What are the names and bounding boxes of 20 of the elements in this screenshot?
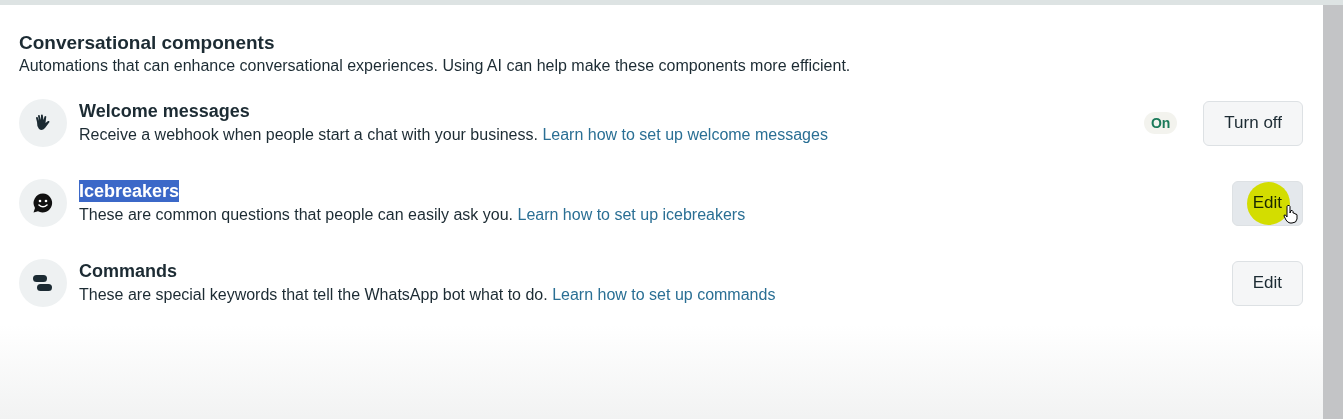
component-title: Icebreakers [79, 180, 180, 202]
learn-more-link[interactable]: Learn how to set up commands [552, 286, 776, 303]
component-description: Receive a webhook when people start a chat with your business. Learn how to set up welcome messages [79, 125, 829, 145]
component-description: These are common questions that people can easily ask you. Learn how to set up icebreakers [79, 205, 747, 225]
stacked-pills-icon [32, 273, 54, 293]
edit-button[interactable]: Edit [1231, 180, 1303, 226]
component-title: Welcome messages [79, 100, 250, 122]
smiling-chat-bubble-icon [32, 192, 54, 214]
section-title: Conversational components [19, 31, 276, 55]
section-description: Automations that can enhance conversational experiences. Using AI can help make these components more efficient. [19, 56, 852, 76]
component-title: Commands [79, 260, 177, 282]
component-description: These are special keywords that tell the WhatsApp bot what to do. Learn how to set up commands [79, 285, 777, 305]
status-badge: On [1143, 112, 1178, 134]
scrollbar[interactable] [1323, 5, 1343, 419]
turn-off-button[interactable]: Turn off [1203, 100, 1303, 146]
edit-button[interactable]: Edit [1231, 260, 1303, 306]
hand-cursor-icon [1282, 203, 1299, 224]
learn-more-link[interactable]: Learn how to set up welcome messages [542, 126, 828, 143]
learn-more-link[interactable]: Learn how to set up icebreakers [517, 206, 746, 223]
click-highlight [1246, 181, 1290, 225]
